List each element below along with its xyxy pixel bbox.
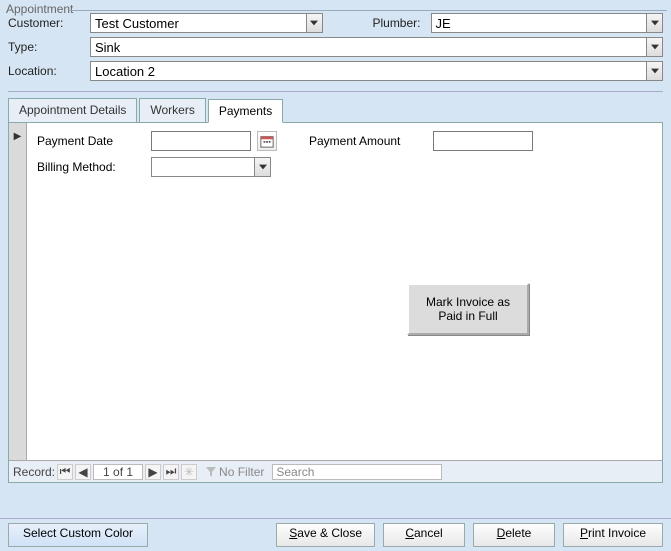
mark-paid-button-label: Mark Invoice as Paid in Full <box>426 295 510 323</box>
nav-last-icon[interactable]: ⏭ <box>163 464 179 480</box>
record-navigation-bar: Record: ⏮ ◀ 1 of 1 ▶ ⏭ ✳ No Filter Searc… <box>9 460 662 482</box>
header-form: Customer: Plumber: Type: Location: <box>0 11 671 85</box>
location-label: Location: <box>8 64 86 78</box>
current-record-marker-icon: ▶ <box>9 123 26 142</box>
nav-new-icon[interactable]: ✳ <box>181 464 197 480</box>
type-label: Type: <box>8 40 86 54</box>
save-close-rest: ave & Close <box>297 526 362 540</box>
billing-method-label: Billing Method: <box>37 160 145 174</box>
search-input[interactable]: Search <box>272 464 442 480</box>
save-close-button[interactable]: Save & Close <box>276 523 375 547</box>
billing-method-input[interactable] <box>151 157 255 177</box>
type-input[interactable] <box>90 37 647 57</box>
tab-body-payments: ▶ Payment Date Payment Amount Billing Me… <box>8 123 663 483</box>
plumber-input[interactable] <box>431 13 648 33</box>
chevron-down-icon[interactable] <box>647 61 663 81</box>
header-divider <box>8 91 663 92</box>
payment-date-label: Payment Date <box>37 134 145 148</box>
payment-date-input[interactable] <box>151 131 251 151</box>
customer-label: Customer: <box>8 16 86 30</box>
record-position[interactable]: 1 of 1 <box>93 464 143 480</box>
tab-workers[interactable]: Workers <box>139 98 205 122</box>
customer-combo[interactable] <box>90 13 323 33</box>
footer-bar: Select Custom Color Save & Close Cancel … <box>0 518 671 551</box>
delete-button[interactable]: Delete <box>473 523 555 547</box>
nav-first-icon[interactable]: ⏮ <box>57 464 73 480</box>
chevron-down-icon[interactable] <box>647 13 663 33</box>
record-label: Record: <box>13 465 55 479</box>
tab-row: Appointment Details Workers Payments <box>8 98 663 123</box>
payment-amount-label: Payment Amount <box>309 134 427 148</box>
chevron-down-icon[interactable] <box>255 157 271 177</box>
filter-icon <box>205 466 217 478</box>
tab-payments[interactable]: Payments <box>208 99 283 123</box>
tabs-container: Appointment Details Workers Payments ▶ P… <box>8 98 663 483</box>
payment-amount-input[interactable] <box>433 131 533 151</box>
plumber-label: Plumber: <box>327 16 427 30</box>
select-custom-color-button[interactable]: Select Custom Color <box>8 523 148 547</box>
mark-paid-button[interactable]: Mark Invoice as Paid in Full <box>407 283 529 335</box>
nav-next-icon[interactable]: ▶ <box>145 464 161 480</box>
chevron-down-icon[interactable] <box>307 13 323 33</box>
type-combo[interactable] <box>90 37 663 57</box>
record-selector[interactable]: ▶ <box>9 123 27 482</box>
filter-status[interactable]: No Filter <box>205 465 264 479</box>
chevron-down-icon[interactable] <box>647 37 663 57</box>
print-invoice-button[interactable]: Print Invoice <box>563 523 663 547</box>
payments-form: Payment Date Payment Amount Billing Meth… <box>27 123 662 482</box>
customer-input[interactable] <box>90 13 307 33</box>
no-filter-text: No Filter <box>219 465 264 479</box>
calendar-icon[interactable] <box>257 131 277 151</box>
tab-appointment-details[interactable]: Appointment Details <box>8 98 137 122</box>
plumber-combo[interactable] <box>431 13 664 33</box>
location-combo[interactable] <box>90 61 663 81</box>
nav-prev-icon[interactable]: ◀ <box>75 464 91 480</box>
location-input[interactable] <box>90 61 647 81</box>
billing-method-combo[interactable] <box>151 157 271 177</box>
appointment-window: Appointment Customer: Plumber: Type: Loc… <box>0 0 671 551</box>
cancel-button[interactable]: Cancel <box>383 523 465 547</box>
